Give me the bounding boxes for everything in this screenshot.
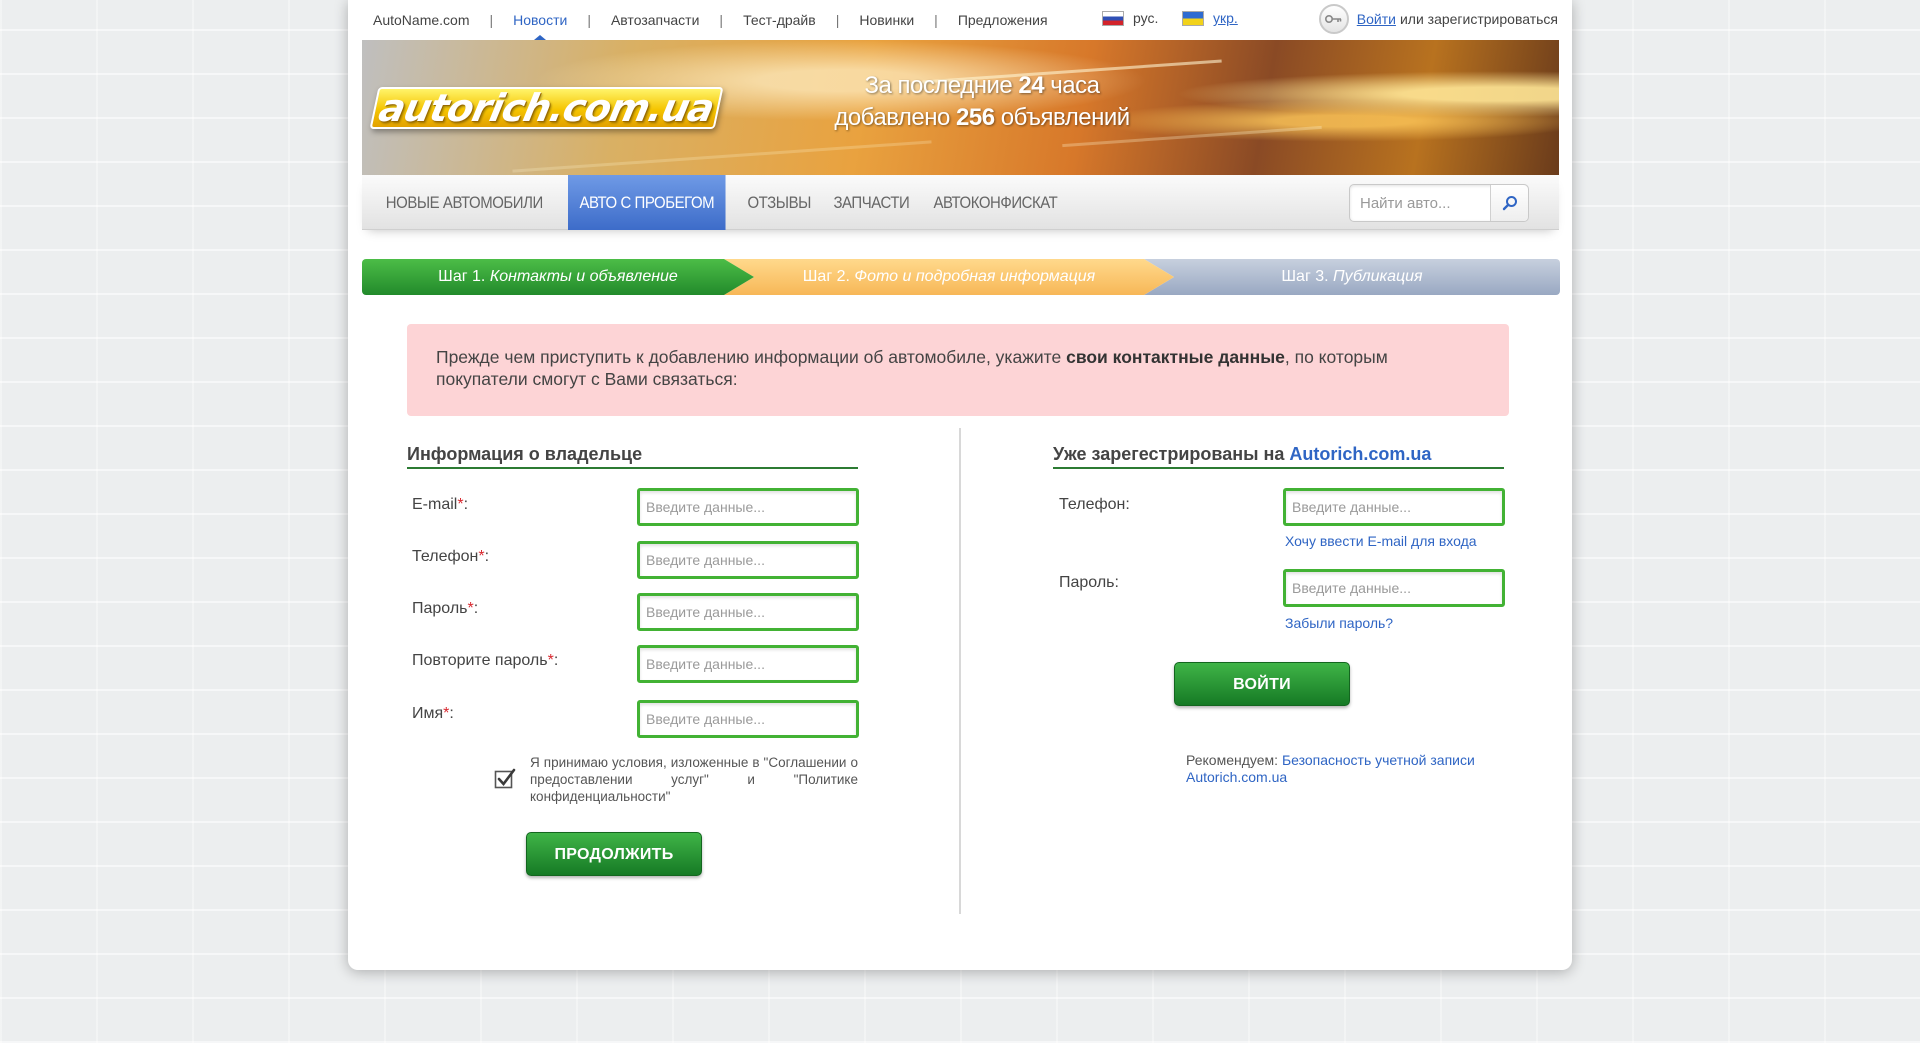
progress-steps: Шаг 1. Контакты и объявление Шаг 2. Фото… [362, 259, 1560, 295]
recommend-prefix: Рекомендуем: [1186, 752, 1279, 768]
login-title-prefix: Уже зарегестрированы на [1053, 444, 1285, 464]
column-divider [959, 428, 961, 914]
repeat-password-field[interactable] [637, 645, 859, 683]
step-1-prefix: Шаг 1. [438, 268, 486, 285]
top-nav-news[interactable]: Новости [513, 12, 567, 40]
nav-separator: | [719, 12, 724, 28]
nav-separator: | [934, 12, 938, 28]
nav-separator: | [835, 12, 840, 28]
lang-ua-label: укр. [1213, 10, 1238, 26]
step-2: Шаг 2. Фото и подробная информация [724, 259, 1174, 295]
step-3-label: Публикация [1333, 268, 1423, 285]
login-title-site-link[interactable]: Autorich.com.ua [1289, 444, 1431, 464]
search-button[interactable] [1490, 185, 1528, 221]
phone-field[interactable] [637, 541, 859, 579]
ukraine-flag-icon [1182, 10, 1204, 26]
terms-row: Я принимаю условия, изложенные в "Соглаш… [494, 754, 859, 805]
step-3: Шаг 3. Публикация [1144, 259, 1560, 295]
logo-text: autorich.com.ua [375, 86, 718, 130]
auth-area: Войти или зарегистрироваться [1318, 4, 1558, 34]
top-utility-bar: AutoName.com | Новости | Автозапчасти | … [348, 0, 1572, 40]
login-phone-label: Телефон: [1059, 496, 1130, 513]
stats-hours: 24 [1018, 72, 1045, 99]
top-nav-new[interactable]: Новинки [859, 12, 914, 28]
header-banner: autorich.com.ua За последние 24 часа доб… [362, 40, 1559, 175]
key-icon [1318, 4, 1349, 34]
step-3-prefix: Шаг 3. [1281, 268, 1329, 285]
lang-ru[interactable]: рус. [1102, 10, 1158, 26]
recommendation: Рекомендуем: Безопасность учетной записи… [1186, 752, 1506, 786]
page-container: AutoName.com | Новости | Автозапчасти | … [348, 0, 1572, 970]
step-2-label: Фото и подробная информация [854, 268, 1096, 285]
contact-notice: Прежде чем приступить к добавлению инфор… [407, 324, 1509, 416]
nav-separator: | [489, 12, 494, 28]
repeat-password-label: Повторите пароль*: [412, 652, 559, 669]
main-nav-parts[interactable]: ЗАПЧАСТИ [822, 175, 921, 230]
stats-line2-suffix: объявлений [1000, 104, 1130, 131]
stats-line1-suffix: часа [1050, 72, 1100, 99]
main-nav-new-cars[interactable]: НОВЫЕ АВТОМОБИЛИ [362, 175, 554, 230]
step-1: Шаг 1. Контакты и объявление [362, 259, 754, 295]
lang-ua[interactable]: укр. [1182, 10, 1238, 26]
email-login-link[interactable]: Хочу ввести E-mail для входа [1285, 533, 1477, 549]
russia-flag-icon [1102, 10, 1124, 26]
owner-info-title: Информация о владельце [407, 444, 858, 469]
top-nav-autoname[interactable]: AutoName.com [373, 12, 469, 28]
top-nav: AutoName.com | Новости | Автозапчасти | … [373, 12, 1048, 40]
main-nav-confiscated[interactable]: АВТОКОНФИСКАТ [922, 175, 1069, 230]
name-field[interactable] [637, 700, 859, 738]
password-field[interactable] [637, 593, 859, 631]
notice-text-bold: свои контактные данные [1066, 347, 1285, 367]
notice-text-before: Прежде чем приступить к добавлению инфор… [436, 347, 1067, 367]
main-nav-used-cars[interactable]: АВТО С ПРОБЕГОМ [568, 175, 727, 230]
register-text[interactable]: или зарегистрироваться [1400, 11, 1558, 27]
search-icon [1502, 196, 1517, 211]
login-password-field[interactable] [1283, 569, 1505, 607]
login-password-label: Пароль: [1059, 574, 1119, 591]
stats-line2-prefix: добавлено [834, 104, 950, 131]
name-label: Имя*: [412, 705, 454, 722]
lang-ru-label: рус. [1133, 10, 1159, 26]
terms-checkbox[interactable] [494, 768, 516, 790]
forgot-password-link[interactable]: Забыли пароль? [1285, 615, 1393, 631]
top-nav-autoparts[interactable]: Автозапчасти [611, 12, 699, 28]
step-1-label: Контакты и объявление [489, 268, 678, 285]
banner-stats: За последние 24 часа добавлено 256 объяв… [802, 70, 1162, 134]
main-nav-reviews[interactable]: ОТЗЫВЫ [736, 175, 822, 230]
checkbox-checked-icon [494, 768, 516, 789]
top-nav-testdrive[interactable]: Тест-драйв [743, 12, 816, 28]
continue-button[interactable]: ПРОДОЛЖИТЬ [526, 832, 702, 876]
login-title: Уже зарегестрированы на Autorich.com.ua [1053, 444, 1504, 469]
search-box [1349, 184, 1529, 222]
site-logo[interactable]: autorich.com.ua [369, 86, 724, 130]
terms-text[interactable]: Я принимаю условия, изложенные в "Соглаш… [530, 754, 858, 805]
password-label: Пароль*: [412, 600, 479, 617]
nav-separator: | [587, 12, 591, 28]
step-2-prefix: Шаг 2. [802, 268, 850, 285]
main-nav: НОВЫЕ АВТОМОБИЛИ АВТО С ПРОБЕГОМ ОТЗЫВЫ … [362, 175, 1559, 230]
login-button[interactable]: ВОЙТИ [1174, 662, 1350, 706]
stats-ads-count: 256 [956, 104, 995, 131]
phone-label: Телефон*: [412, 548, 490, 565]
login-phone-field[interactable] [1283, 488, 1505, 526]
email-field[interactable] [637, 488, 859, 526]
stats-line1-prefix: За последние [864, 72, 1013, 99]
search-input[interactable] [1350, 185, 1490, 221]
login-link[interactable]: Войти [1357, 11, 1396, 27]
top-nav-offers[interactable]: Предложения [958, 12, 1048, 28]
email-label: E-mail*: [412, 496, 469, 513]
